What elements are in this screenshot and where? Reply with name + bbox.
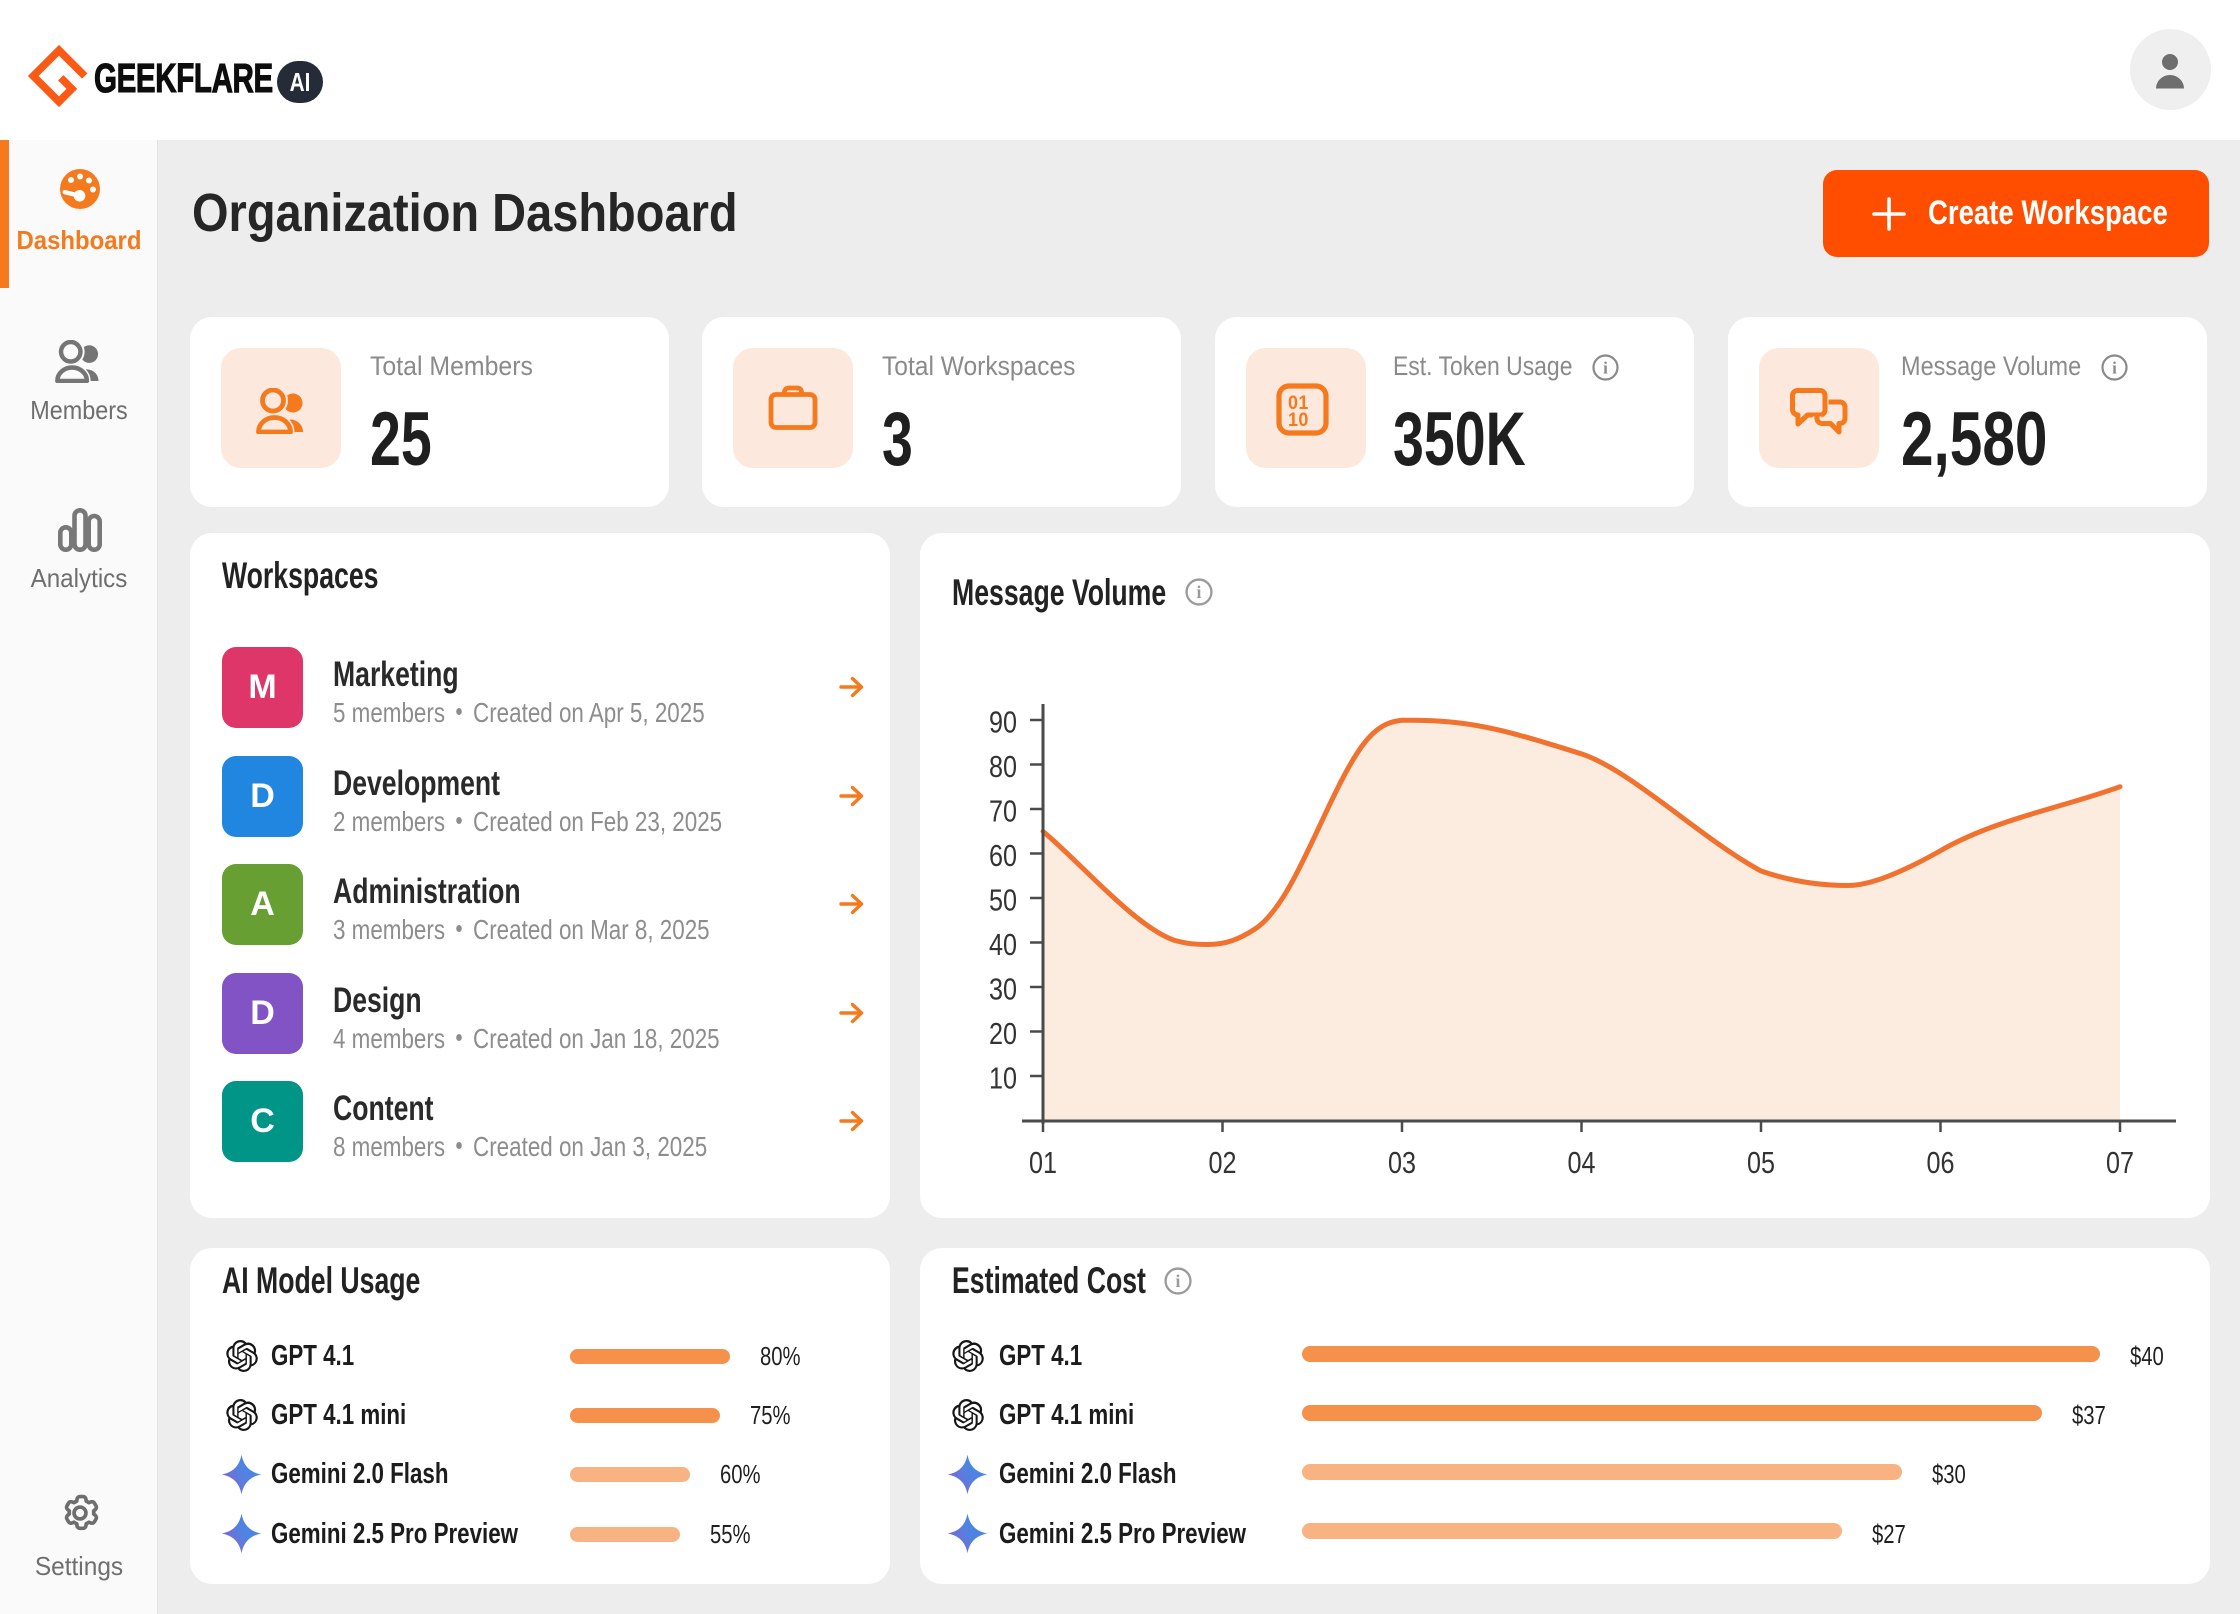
svg-text:04: 04 [1568, 1145, 1596, 1180]
svg-text:20: 20 [989, 1016, 1017, 1051]
svg-text:50: 50 [989, 883, 1017, 918]
svg-text:30: 30 [989, 972, 1017, 1007]
svg-text:03: 03 [1388, 1145, 1416, 1180]
svg-text:06: 06 [1927, 1145, 1955, 1180]
svg-text:01: 01 [1029, 1145, 1057, 1180]
svg-text:i: i [1176, 1271, 1181, 1291]
svg-text:10: 10 [1288, 408, 1309, 430]
svg-text:90: 90 [989, 705, 1017, 740]
svg-text:80: 80 [989, 749, 1017, 784]
svg-text:60: 60 [989, 838, 1017, 873]
svg-text:07: 07 [2106, 1145, 2134, 1180]
svg-text:10: 10 [989, 1061, 1017, 1096]
svg-text:05: 05 [1747, 1145, 1775, 1180]
svg-text:40: 40 [989, 927, 1017, 962]
svg-text:i: i [1603, 359, 1608, 378]
svg-text:i: i [2112, 359, 2117, 378]
svg-text:70: 70 [989, 794, 1017, 829]
svg-text:02: 02 [1209, 1145, 1237, 1180]
